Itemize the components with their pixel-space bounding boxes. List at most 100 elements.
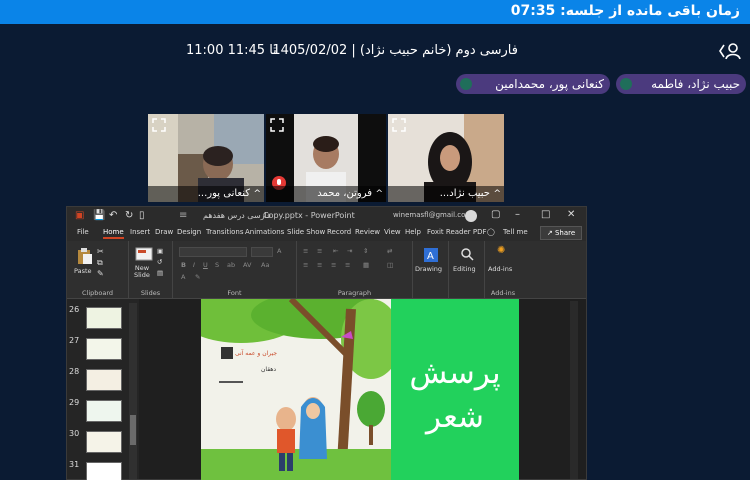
paste-icon[interactable] xyxy=(75,247,93,265)
tell-me-search[interactable]: Tell me xyxy=(503,228,528,236)
tab-file[interactable]: File xyxy=(77,228,89,236)
share-icon: ↗ xyxy=(546,229,553,237)
copy-icon[interactable]: ⧉ xyxy=(97,258,103,268)
customize-qat-icon[interactable]: ≡ xyxy=(179,210,187,221)
line-spacing-icon[interactable]: ⇕ xyxy=(363,247,368,255)
font-size-box[interactable] xyxy=(251,247,273,257)
avatar[interactable] xyxy=(465,210,477,222)
highlight-icon[interactable]: ✎ xyxy=(195,273,200,281)
drawing-icon[interactable]: A xyxy=(423,247,439,263)
section-icon[interactable]: ▤ xyxy=(157,269,163,277)
align-right-icon[interactable]: ≡ xyxy=(331,261,336,269)
align-left-icon[interactable]: ≡ xyxy=(303,261,308,269)
expand-icon[interactable] xyxy=(269,117,285,133)
redo-icon[interactable]: ↻ xyxy=(125,210,133,221)
new-slide-icon[interactable] xyxy=(135,247,153,263)
participant-chip[interactable]: کنعانی پور، محمدامین xyxy=(456,74,610,94)
paste-button[interactable]: Paste xyxy=(74,267,92,275)
new-slide-button[interactable]: New Slide xyxy=(134,265,150,279)
group-label: Font xyxy=(227,289,242,297)
tab-record[interactable]: Record xyxy=(327,228,351,236)
tab-animations[interactable]: Animations xyxy=(245,228,284,236)
editing-button[interactable]: Editing xyxy=(453,265,476,273)
slide-thumbnail[interactable] xyxy=(86,400,122,422)
thumbnail-scrollbar[interactable] xyxy=(129,303,137,479)
layout-icon[interactable]: ▣ xyxy=(157,247,163,255)
tab-insert[interactable]: Insert xyxy=(130,228,150,236)
group-label: Clipboard xyxy=(81,289,114,297)
slide-number: 30 xyxy=(69,429,80,438)
grow-font-icon[interactable]: A xyxy=(277,247,281,255)
tab-review[interactable]: Review xyxy=(355,228,380,236)
tab-transitions[interactable]: Transitions xyxy=(206,228,244,236)
bullets-icon[interactable]: ≡ xyxy=(303,247,308,255)
reset-icon[interactable]: ↺ xyxy=(157,258,162,266)
current-slide[interactable]: جیران و عمه آنی دهقان پرسش شعر xyxy=(201,299,519,480)
format-painter-icon[interactable]: ✎ xyxy=(97,269,104,278)
close-icon[interactable]: ✕ xyxy=(567,209,575,220)
caret-up-icon[interactable]: ^ xyxy=(493,189,501,199)
numbering-icon[interactable]: ≡ xyxy=(317,247,322,255)
participants-toggle-button[interactable] xyxy=(718,41,742,61)
present-icon[interactable]: ▯ xyxy=(139,210,145,221)
columns-icon[interactable]: ▦ xyxy=(363,261,369,269)
addins-icon[interactable]: ✺ xyxy=(497,245,505,256)
slide-thumbnail[interactable] xyxy=(86,462,122,480)
tab-slide-show[interactable]: Slide Show xyxy=(287,228,325,236)
font-name-box[interactable] xyxy=(179,247,247,257)
tab-draw[interactable]: Draw xyxy=(155,228,173,236)
cut-icon[interactable]: ✂ xyxy=(97,247,104,256)
tab-foxit[interactable]: Foxit Reader PDF xyxy=(427,228,487,236)
shadow-icon[interactable]: S xyxy=(215,261,219,269)
tab-view[interactable]: View xyxy=(384,228,401,236)
drawing-button[interactable]: Drawing xyxy=(415,265,442,273)
underline-icon[interactable]: U xyxy=(203,261,208,269)
group-font: A B I U S ab AV Aa A ✎ Font xyxy=(173,241,297,299)
increase-indent-icon[interactable]: ⇥ xyxy=(347,247,352,255)
tab-design[interactable]: Design xyxy=(177,228,201,236)
caret-up-icon[interactable]: ^ xyxy=(253,189,261,199)
undo-icon[interactable]: ↶ xyxy=(109,210,117,221)
expand-icon[interactable] xyxy=(151,117,167,133)
decrease-indent-icon[interactable]: ⇤ xyxy=(333,247,338,255)
session-time: 11:00 تا 11:45 xyxy=(186,43,277,58)
group-clipboard: Paste ✂ ⧉ ✎ Clipboard xyxy=(67,241,129,299)
maximize-icon[interactable]: □ xyxy=(541,209,550,220)
justify-icon[interactable]: ≡ xyxy=(345,261,350,269)
case-icon[interactable]: Aa xyxy=(261,261,269,269)
scroll-thumb[interactable] xyxy=(130,415,136,445)
session-timer: زمان باقی مانده از جلسه: 07:35 xyxy=(510,3,740,19)
slide-thumbnail[interactable] xyxy=(86,338,122,360)
tab-home[interactable]: Home xyxy=(103,228,124,239)
video-tile[interactable]: کنعانی پور... ^ xyxy=(148,114,264,202)
minimize-icon[interactable]: – xyxy=(515,209,520,220)
canvas-scrollbar[interactable] xyxy=(570,301,578,479)
slide-thumbnail[interactable] xyxy=(86,369,122,391)
slide-number: 29 xyxy=(69,398,80,407)
tab-help[interactable]: Help xyxy=(405,228,421,236)
text-direction-icon[interactable]: ⇄ xyxy=(387,247,392,255)
italic-icon[interactable]: I xyxy=(193,261,195,269)
illustration: جیران و عمه آنی دهقان xyxy=(201,299,401,480)
video-tile[interactable]: فروتن، محمد ^ xyxy=(266,114,386,202)
editing-icon[interactable] xyxy=(460,247,474,261)
svg-text:A: A xyxy=(427,251,434,262)
align-center-icon[interactable]: ≡ xyxy=(317,261,322,269)
strikethrough-icon[interactable]: ab xyxy=(227,261,235,269)
caret-up-icon[interactable]: ^ xyxy=(375,189,383,199)
share-button[interactable]: ↗ Share xyxy=(540,226,582,240)
bold-icon[interactable]: B xyxy=(181,261,186,269)
slide-thumbnail[interactable] xyxy=(86,307,122,329)
spacing-icon[interactable]: AV xyxy=(243,261,251,269)
addins-button[interactable]: Add-ins xyxy=(488,265,512,273)
expand-icon[interactable] xyxy=(391,117,407,133)
save-icon[interactable]: 💾 xyxy=(93,210,105,221)
font-color-icon[interactable]: A xyxy=(181,273,185,281)
slide-thumbnail[interactable] xyxy=(86,431,122,453)
slide-number: 26 xyxy=(69,305,80,314)
slide-number: 31 xyxy=(69,460,80,469)
smartart-icon[interactable]: ◫ xyxy=(387,261,393,269)
video-tile[interactable]: حبیب نژاد... ^ xyxy=(388,114,504,202)
ribbon-display-icon[interactable]: ▢ xyxy=(491,209,500,220)
participant-chip[interactable]: حبیب نژاد، فاطمه xyxy=(616,74,746,94)
